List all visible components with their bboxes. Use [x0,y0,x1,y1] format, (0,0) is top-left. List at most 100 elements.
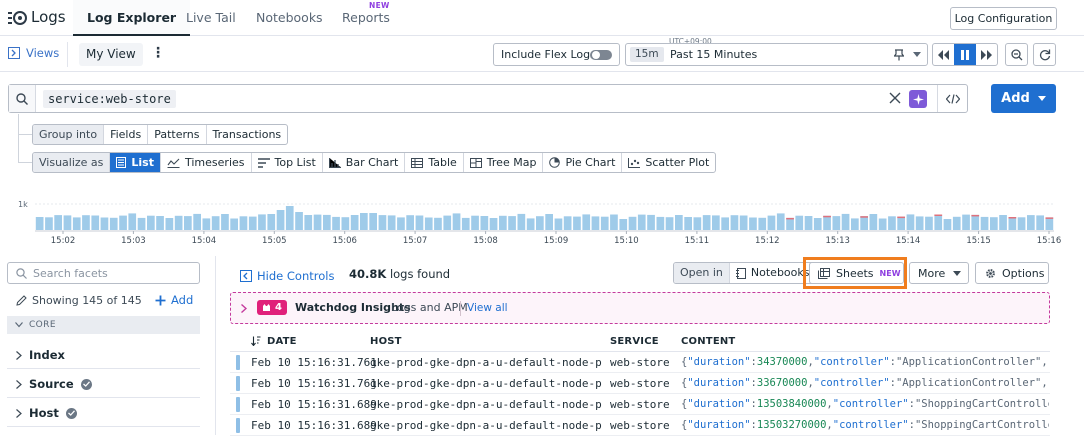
histogram-bar[interactable] [943,219,952,230]
histogram-bar[interactable] [721,217,729,230]
histogram-bar[interactable] [378,215,387,230]
histogram-bar[interactable] [128,213,137,230]
histogram-bar[interactable] [888,216,896,230]
fast-forward-button[interactable] [976,44,997,65]
viz-scatter-plot-option[interactable]: Scatter Plot [622,153,715,172]
clear-search-icon[interactable] [889,92,901,104]
add-button[interactable]: Add [991,84,1056,113]
histogram-bar[interactable] [776,213,785,230]
viz-pie-chart-option[interactable]: Pie Chart [543,153,623,172]
col-service-header[interactable]: SERVICE [610,336,659,347]
facet-host[interactable]: Host [16,406,77,420]
tab-notebooks[interactable]: Notebooks [242,0,337,36]
group-fields-option[interactable]: Fields [104,125,149,144]
histogram-bar[interactable] [619,219,628,230]
histogram-bar[interactable] [147,215,155,230]
histogram-bar[interactable] [137,217,146,230]
histogram-bar[interactable] [999,215,1007,230]
chevron-right-icon[interactable] [241,304,247,313]
histogram-bar[interactable] [758,217,767,230]
watchdog-insights-banner[interactable]: 4 Watchdog Insights Logs and APM View al… [230,292,1050,324]
views-button[interactable]: Views [8,46,59,60]
histogram-bar[interactable] [434,217,442,230]
histogram-bar[interactable] [804,216,813,230]
histogram-bar[interactable] [952,216,961,230]
histogram-bar[interactable] [415,215,424,231]
histogram-bar[interactable] [628,216,637,230]
histogram-bar[interactable] [100,217,109,231]
options-button[interactable]: Options [975,262,1049,284]
flex-logs-toggle[interactable] [590,50,612,60]
histogram-bar[interactable] [906,214,915,230]
histogram-bar[interactable] [211,216,220,230]
histogram-bar[interactable] [424,217,433,231]
histogram-bar[interactable] [239,216,248,230]
watchdog-view-all-link[interactable]: View all [467,302,508,314]
histogram-bar[interactable] [174,215,183,230]
histogram-bar[interactable] [267,214,276,230]
histogram-bar[interactable] [397,217,405,230]
histogram-bar[interactable] [489,218,498,230]
histogram-bar[interactable] [443,215,452,230]
histogram-bar[interactable] [554,218,563,231]
histogram-bar[interactable] [91,215,100,231]
search-query-input[interactable]: service:web-store [43,90,176,108]
histogram-bar[interactable] [45,217,53,230]
histogram-bar[interactable] [350,215,359,230]
histogram-bar[interactable] [285,206,294,230]
histogram-bar[interactable] [156,216,164,230]
col-content-header[interactable]: CONTENT [681,336,735,347]
view-options-kebab-icon[interactable]: ⋮ [151,46,165,60]
histogram-bar[interactable] [406,215,414,230]
tab-reports[interactable]: Reports [328,0,404,36]
table-row[interactable]: Feb 10 15:16:31.761 gke-prod-gke-dpn-a-u-… [230,352,1050,373]
histogram-bar[interactable] [582,214,591,230]
histogram-bar[interactable] [341,217,350,230]
histogram-bar[interactable] [230,218,238,231]
histogram-bar[interactable] [767,215,776,230]
histogram-bar[interactable] [72,217,81,230]
histogram-bar[interactable] [304,215,313,230]
histogram-bar[interactable] [665,217,674,230]
histogram-bar[interactable] [647,214,655,230]
histogram-bar[interactable] [684,217,692,230]
histogram-bar[interactable] [323,214,331,230]
histogram-bar[interactable] [184,216,192,230]
hide-controls-button[interactable]: Hide Controls [240,269,334,283]
histogram-bar[interactable] [990,217,998,230]
histogram-bar[interactable] [813,218,822,230]
histogram-bar[interactable] [258,214,266,230]
current-view-selector[interactable]: My View [79,43,143,66]
histogram-bar[interactable] [119,215,127,230]
zoom-out-button[interactable] [1005,43,1028,66]
histogram-bar[interactable] [832,216,841,230]
histogram-bar[interactable] [360,213,368,230]
histogram-bar[interactable] [795,215,804,230]
histogram-bar[interactable] [499,215,507,230]
histogram-bar[interactable] [656,216,665,230]
histogram-bar[interactable] [786,217,794,230]
histogram-bar[interactable] [452,213,461,230]
histogram-bar[interactable] [897,216,905,230]
histogram-bar[interactable] [35,217,44,230]
sort-desc-icon[interactable] [251,336,261,346]
histogram-bar[interactable] [925,216,933,230]
viz-tree-map-option[interactable]: Tree Map [464,153,544,172]
histogram-bar[interactable] [165,218,174,230]
search-bar[interactable]: service:web-store [8,84,968,113]
histogram-bar[interactable] [869,214,878,230]
histogram-bar[interactable] [202,218,211,230]
histogram-bar[interactable] [851,218,859,230]
histogram-bar[interactable] [739,215,748,231]
histogram-bar[interactable] [54,215,62,230]
facet-search-input[interactable]: Search facets [7,262,200,284]
facet-index[interactable]: Index [16,348,65,362]
facet-source[interactable]: Source [16,377,92,391]
histogram-bar[interactable] [1017,217,1026,230]
histogram-bar[interactable] [962,214,970,230]
histogram-bar[interactable] [573,216,581,230]
histogram-bar[interactable] [536,216,544,230]
viz-list-option[interactable]: List [110,153,161,172]
histogram-bar[interactable] [600,216,609,230]
histogram-bar[interactable] [1045,217,1054,230]
